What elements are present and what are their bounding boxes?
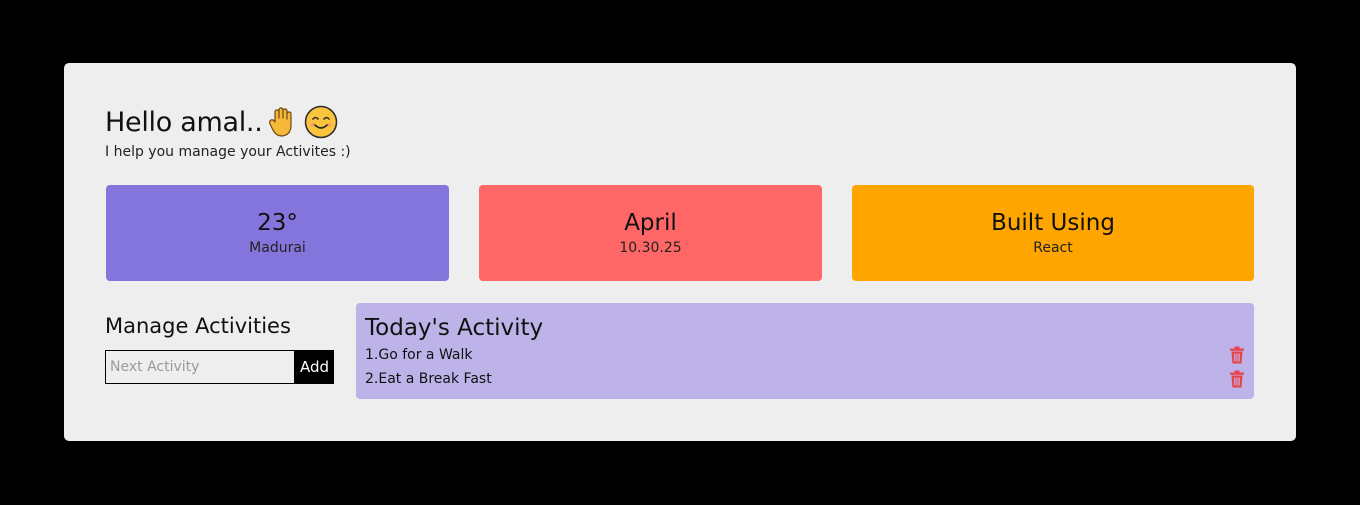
todays-activity-heading: Today's Activity <box>365 315 544 341</box>
weather-temperature: 23° <box>257 210 298 236</box>
next-activity-input[interactable] <box>105 350 295 384</box>
waving-hand-icon <box>269 107 293 137</box>
trash-icon[interactable] <box>1229 346 1245 364</box>
list-item: 1.Go for a Walk <box>365 344 1245 366</box>
weather-card: 23° Madurai <box>106 185 449 281</box>
date-month: April <box>624 210 677 236</box>
manage-activities-heading: Manage Activities <box>105 314 291 338</box>
greeting-title: Hello amal.. <box>105 106 263 138</box>
built-using-card: Built Using React <box>852 185 1254 281</box>
add-button[interactable]: Add <box>295 350 334 384</box>
weather-city: Madurai <box>249 240 306 256</box>
activity-label: 1.Go for a Walk <box>365 347 473 363</box>
activity-label: 2.Eat a Break Fast <box>365 371 492 387</box>
subtitle: I help you manage your Activites :) <box>105 144 351 160</box>
smiling-face-icon <box>305 105 338 139</box>
built-using-tech: React <box>1033 240 1073 256</box>
date-time: 10.30.25 <box>619 240 682 256</box>
list-item: 2.Eat a Break Fast <box>365 368 1245 390</box>
greeting-row: Hello amal.. <box>105 105 338 139</box>
built-using-title: Built Using <box>991 210 1115 236</box>
date-card: April 10.30.25 <box>479 185 822 281</box>
add-activity-form: Add <box>105 350 334 384</box>
todays-activity-panel: Today's Activity 1.Go for a Walk 2.Eat a… <box>356 303 1254 399</box>
main-panel: Hello amal.. I help you manage your Acti… <box>64 63 1296 441</box>
trash-icon[interactable] <box>1229 370 1245 388</box>
